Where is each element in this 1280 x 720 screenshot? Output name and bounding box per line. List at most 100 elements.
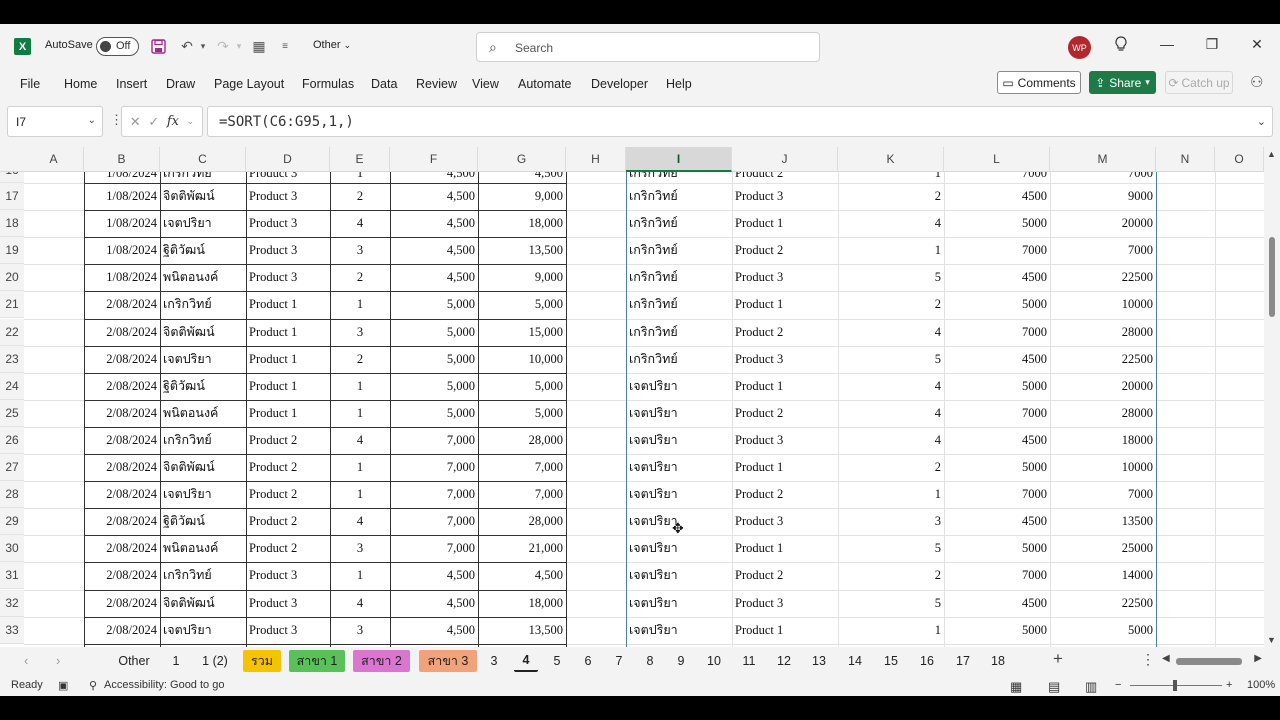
coauthoring-icon[interactable]: ⚇	[1250, 73, 1263, 91]
row-header[interactable]: 20	[0, 264, 24, 292]
cell-b30[interactable]: 2/08/2024	[87, 535, 157, 562]
cell-l33[interactable]: 5000	[947, 617, 1047, 644]
sheet-tab[interactable]: สาขา 3	[419, 650, 477, 672]
cell-j24[interactable]: Product 1	[735, 373, 835, 400]
cell-d20[interactable]: Product 3	[249, 264, 327, 291]
cell-b29[interactable]: 2/08/2024	[87, 508, 157, 535]
cell-d28[interactable]: Product 2	[249, 481, 327, 508]
cell-c23[interactable]: เจตปริยา	[163, 346, 243, 373]
sheet-tab[interactable]: 14	[839, 650, 871, 672]
cell-e25[interactable]: 1	[333, 400, 387, 427]
cell-k23[interactable]: 5	[841, 346, 941, 373]
cell-i27[interactable]: เจตปริยา	[629, 454, 729, 481]
cell-f17[interactable]: 4,500	[393, 183, 475, 210]
cell-m32[interactable]: 22500	[1053, 590, 1153, 617]
cell-b26[interactable]: 2/08/2024	[87, 427, 157, 454]
cell-c17[interactable]: จิตติพัฒน์	[163, 183, 243, 210]
cell-k22[interactable]: 4	[841, 319, 941, 346]
sheet-tab[interactable]: 18	[982, 650, 1014, 672]
cell-d30[interactable]: Product 2	[249, 535, 327, 562]
cell-e24[interactable]: 1	[333, 373, 387, 400]
cell-b19[interactable]: 1/08/2024	[87, 237, 157, 264]
cell-f25[interactable]: 5,000	[393, 400, 475, 427]
comments-button[interactable]: ▭ Comments	[997, 71, 1081, 94]
column-header-b[interactable]: B	[84, 147, 160, 172]
sheet-tab[interactable]: 8	[637, 650, 663, 672]
menu-view[interactable]: View	[472, 77, 499, 91]
sheet-tab[interactable]: 10	[699, 650, 729, 672]
cell-i21[interactable]: เกริกวิทย์	[629, 291, 729, 318]
cell-l24[interactable]: 5000	[947, 373, 1047, 400]
cell-f26[interactable]: 7,000	[393, 427, 475, 454]
cell-f29[interactable]: 7,000	[393, 508, 475, 535]
menu-review[interactable]: Review	[416, 77, 457, 91]
cell-e23[interactable]: 2	[333, 346, 387, 373]
cell-g20[interactable]: 9,000	[481, 264, 563, 291]
sheet-tab[interactable]: สาขา 1	[289, 650, 345, 672]
cell-d21[interactable]: Product 1	[249, 291, 327, 318]
scroll-down-icon[interactable]: ▼	[1267, 635, 1276, 645]
cell-l22[interactable]: 7000	[947, 319, 1047, 346]
cell-b17[interactable]: 1/08/2024	[87, 183, 157, 210]
cell-d29[interactable]: Product 2	[249, 508, 327, 535]
cell-m21[interactable]: 10000	[1053, 291, 1153, 318]
cell-j18[interactable]: Product 1	[735, 210, 835, 237]
cell-f21[interactable]: 5,000	[393, 291, 475, 318]
row-header[interactable]: 23	[0, 345, 24, 373]
column-header-i[interactable]: I	[626, 147, 732, 172]
sheet-tab[interactable]: 15	[875, 650, 907, 672]
enter-icon[interactable]: ✓	[148, 114, 159, 130]
cell-j33[interactable]: Product 1	[735, 617, 835, 644]
cell-b27[interactable]: 2/08/2024	[87, 454, 157, 481]
cell-d31[interactable]: Product 3	[249, 562, 327, 589]
cell-j28[interactable]: Product 2	[735, 481, 835, 508]
cell-k27[interactable]: 2	[841, 454, 941, 481]
accessibility-status[interactable]: Accessibility: Good to go	[104, 679, 224, 691]
cell-j25[interactable]: Product 2	[735, 400, 835, 427]
row-header[interactable]: 28	[0, 481, 24, 509]
column-header-n[interactable]: N	[1156, 147, 1215, 172]
cell-c27[interactable]: จิตติพัฒน์	[163, 454, 243, 481]
sheet-tab[interactable]: รวม	[243, 650, 281, 672]
cell-b21[interactable]: 2/08/2024	[87, 291, 157, 318]
cell-c30[interactable]: พนิตอนงค์	[163, 535, 243, 562]
cell-e33[interactable]: 3	[333, 617, 387, 644]
zoom-level[interactable]: 100%	[1247, 679, 1275, 691]
cell-e20[interactable]: 2	[333, 264, 387, 291]
cell-c29[interactable]: ฐิติวัฒน์	[163, 508, 243, 535]
cell-j31[interactable]: Product 2	[735, 562, 835, 589]
accessibility-icon[interactable]: ⚲	[89, 679, 97, 692]
sheet-tab[interactable]: 9	[668, 650, 694, 672]
customize-toolbar-icon[interactable]: ≡	[275, 36, 295, 56]
cell-g22[interactable]: 15,000	[481, 319, 563, 346]
restore-icon[interactable]: ❐	[1202, 36, 1222, 53]
cell-d24[interactable]: Product 1	[249, 373, 327, 400]
cell-j23[interactable]: Product 3	[735, 346, 835, 373]
cell-k20[interactable]: 5	[841, 264, 941, 291]
cell-k21[interactable]: 2	[841, 291, 941, 318]
cell-g31[interactable]: 4,500	[481, 562, 563, 589]
cell-e29[interactable]: 4	[333, 508, 387, 535]
cell-e18[interactable]: 4	[333, 210, 387, 237]
cell-j21[interactable]: Product 1	[735, 291, 835, 318]
cancel-icon[interactable]: ✕	[130, 114, 141, 130]
page-break-view-icon[interactable]: ▥	[1085, 679, 1097, 695]
zoom-in-icon[interactable]: +	[1226, 679, 1232, 691]
worksheet-grid[interactable]: ABCDEFGHIJKLMNO 161/08/2024เกริกวิทย์Pro…	[0, 147, 1280, 647]
minimize-icon[interactable]: —	[1157, 36, 1177, 52]
cell-l17[interactable]: 4500	[947, 183, 1047, 210]
undo-dropdown-icon[interactable]: ▾	[193, 36, 213, 56]
cell-l27[interactable]: 5000	[947, 454, 1047, 481]
add-sheet-icon[interactable]: +	[1053, 649, 1063, 669]
column-header-l[interactable]: L	[944, 147, 1050, 172]
cell-j20[interactable]: Product 3	[735, 264, 835, 291]
row-header[interactable]: 17	[0, 183, 24, 211]
sheet-tab[interactable]: 5	[544, 650, 570, 672]
column-header-e[interactable]: E	[330, 147, 390, 172]
cell-d18[interactable]: Product 3	[249, 210, 327, 237]
macro-record-icon[interactable]: ▣	[58, 679, 68, 692]
cell-c26[interactable]: เกริกวิทย์	[163, 427, 243, 454]
cell-g18[interactable]: 18,000	[481, 210, 563, 237]
cell-k32[interactable]: 5	[841, 590, 941, 617]
cell-m30[interactable]: 25000	[1053, 535, 1153, 562]
